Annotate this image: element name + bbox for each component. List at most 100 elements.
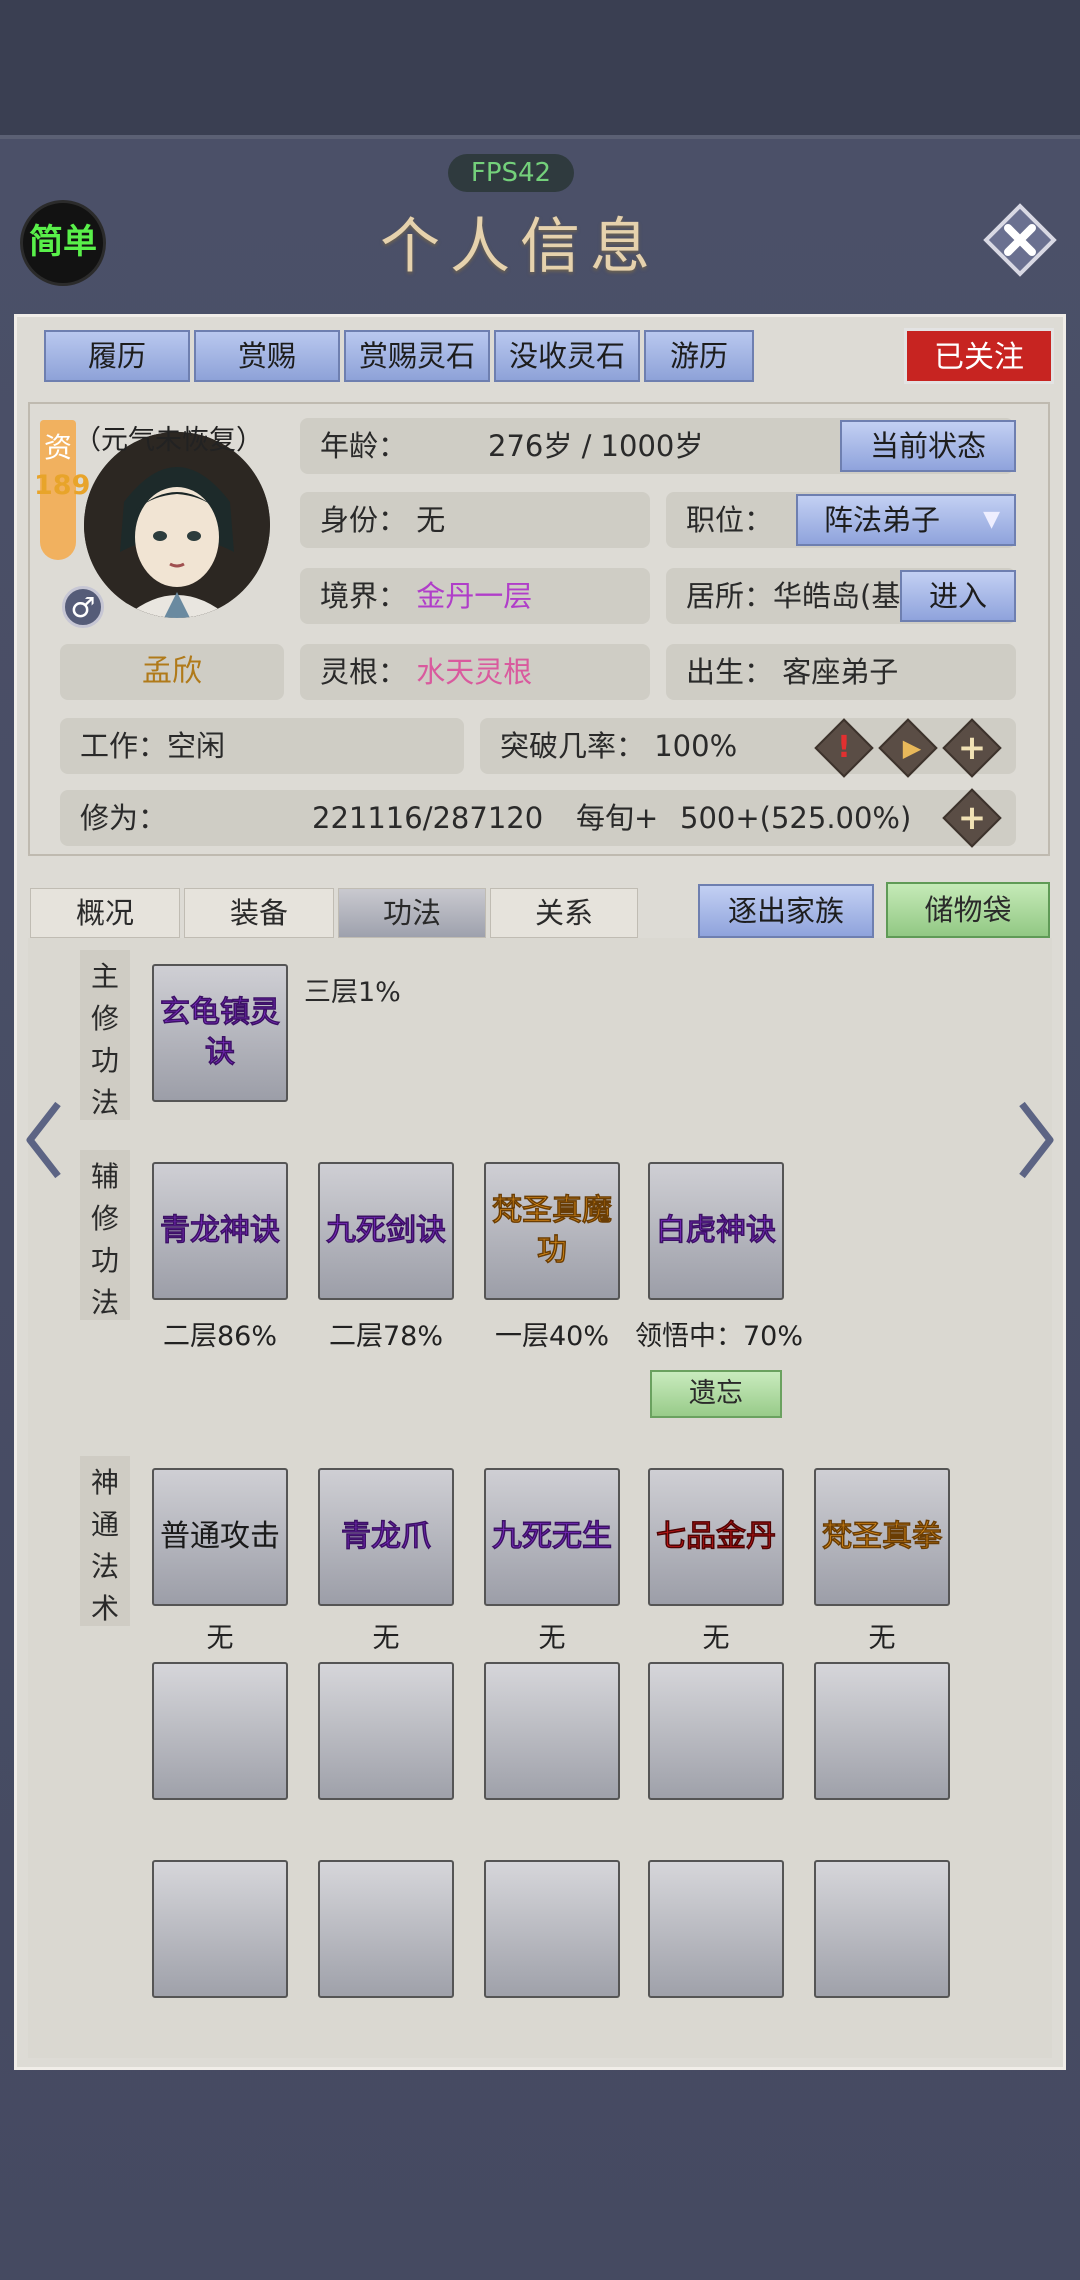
empty-skill-slot[interactable]: [484, 1860, 620, 1998]
tab-overview[interactable]: 概况: [30, 888, 180, 938]
magic-skill-slot[interactable]: 梵圣真拳: [814, 1468, 950, 1606]
play-button[interactable]: ▶: [878, 718, 938, 778]
chevron-left-icon: [26, 1101, 61, 1179]
aux-skill-progress: 二层78%: [328, 1321, 443, 1352]
empty-skill-slot[interactable]: [318, 1860, 454, 1998]
forget-button[interactable]: 遗忘: [650, 1370, 782, 1418]
avatar[interactable]: [84, 432, 270, 618]
play-icon: ▶: [902, 734, 922, 762]
exclamation-icon: !: [837, 730, 851, 765]
label-char: 法: [90, 1086, 119, 1119]
label-char: 法: [90, 1286, 119, 1319]
birth-value: 客座弟子: [782, 655, 899, 689]
empty-skill-slot[interactable]: [152, 1860, 288, 1998]
breakthrough-value: 100%: [654, 729, 738, 763]
root-value: 水天灵根: [416, 655, 533, 689]
label-char: 修: [90, 1002, 119, 1035]
empty-skill-slot[interactable]: [484, 1662, 620, 1800]
breakthrough-label: 突破几率：: [500, 729, 646, 763]
aptitude-value: 189: [34, 470, 91, 501]
tab-relations[interactable]: 关系: [490, 888, 638, 938]
magic-skill-slot[interactable]: 普通攻击: [152, 1468, 288, 1606]
close-icon: [983, 203, 1057, 277]
add-breakthrough-button[interactable]: +: [942, 718, 1002, 778]
tab-reward-stones[interactable]: 赏赐灵石: [344, 330, 490, 382]
work-row: 工作：空闲: [60, 718, 464, 774]
aux-skill-label: 辅 修 功 法: [80, 1150, 130, 1320]
residence-label: 居所：华皓岛(基: [686, 579, 901, 613]
empty-skill-slot[interactable]: [814, 1860, 950, 1998]
cultivation-row: 修为： 221116/287120 每旬+ 500+(525.00%): [60, 790, 1016, 846]
tab-techniques[interactable]: 功法: [338, 888, 486, 938]
position-value: 阵法弟子: [824, 503, 941, 537]
close-button[interactable]: [982, 202, 1058, 278]
plus-icon: +: [957, 798, 987, 838]
aptitude-char: 资: [44, 431, 73, 464]
empty-skill-slot[interactable]: [152, 1662, 288, 1800]
chevron-down-icon: ▼: [983, 507, 1000, 532]
main-skill-label: 主 修 功 法: [80, 950, 130, 1120]
empty-skill-slot[interactable]: [318, 1662, 454, 1800]
magic-skill-slot[interactable]: 九死无生: [484, 1468, 620, 1606]
enter-button[interactable]: 进入: [900, 570, 1016, 622]
label-char: 辅: [90, 1160, 119, 1193]
simple-mode-button[interactable]: 简单: [20, 200, 106, 286]
top-status-area: [0, 0, 1080, 139]
male-icon: ♂: [62, 586, 104, 628]
identity-label: 身份：: [320, 503, 408, 537]
per-period-label: 每旬+: [576, 801, 659, 835]
aux-skill-progress: 领悟中：70%: [634, 1321, 803, 1352]
cultivation-label: 修为：: [80, 801, 168, 835]
position-dropdown[interactable]: 阵法弟子 ▼: [796, 494, 1016, 546]
page-title: 个人信息: [380, 212, 660, 282]
realm-value: 金丹一层: [416, 579, 533, 613]
cultivation-value: 221116/287120: [312, 801, 544, 835]
label-char: 术: [90, 1592, 119, 1625]
aux-skill-progress: 一层40%: [494, 1321, 609, 1352]
empty-skill-slot[interactable]: [648, 1662, 784, 1800]
age-value: 276岁 / 1000岁: [488, 429, 704, 463]
expel-button[interactable]: 逐出家族: [698, 884, 874, 938]
character-name: 孟欣: [60, 644, 284, 700]
identity-row: 身份： 无: [300, 492, 650, 548]
magic-skill-level: 无: [702, 1623, 730, 1654]
follow-button[interactable]: 已关注: [904, 328, 1054, 384]
label-char: 主: [90, 960, 119, 993]
empty-skill-slot[interactable]: [648, 1860, 784, 1998]
per-period-value: 500+(525.00%): [680, 801, 912, 835]
magic-skill-slot[interactable]: 七品金丹: [648, 1468, 784, 1606]
current-state-button[interactable]: 当前状态: [840, 420, 1016, 472]
plus-icon: +: [957, 728, 987, 768]
label-char: 通: [90, 1508, 119, 1541]
realm-label: 境界：: [320, 579, 408, 613]
tab-history[interactable]: 履历: [44, 330, 190, 382]
storage-bag-button[interactable]: 储物袋: [886, 882, 1050, 938]
magic-skill-level: 无: [868, 1623, 896, 1654]
aux-skill-slot[interactable]: 白虎神诀: [648, 1162, 784, 1300]
label-char: 修: [90, 1202, 119, 1235]
aux-skill-slot[interactable]: 九死剑诀: [318, 1162, 454, 1300]
alert-button[interactable]: !: [814, 718, 874, 778]
magic-skill-label: 神 通 法 术: [80, 1456, 130, 1626]
empty-skill-slot[interactable]: [814, 1662, 950, 1800]
status-note: （元气未恢复）: [74, 425, 263, 456]
root-label: 灵根：: [320, 655, 408, 689]
prev-arrow-button[interactable]: [24, 1100, 64, 1180]
root-row: 灵根： 水天灵根: [300, 644, 650, 700]
work-label: 工作：空闲: [80, 729, 226, 763]
magic-skill-slot[interactable]: 青龙爪: [318, 1468, 454, 1606]
tab-travel[interactable]: 游历: [644, 330, 754, 382]
portrait-icon: [84, 432, 270, 618]
birth-label: 出生：: [686, 655, 774, 689]
aux-skill-slot[interactable]: 梵圣真魔功: [484, 1162, 620, 1300]
tab-confiscate-stones[interactable]: 没收灵石: [494, 330, 640, 382]
fps-counter: FPS42: [448, 154, 574, 192]
label-char: 功: [90, 1044, 119, 1077]
main-skill-slot[interactable]: 玄龟镇灵诀: [152, 964, 288, 1102]
tab-reward[interactable]: 赏赐: [194, 330, 340, 382]
aux-skill-slot[interactable]: 青龙神诀: [152, 1162, 288, 1300]
add-cultivation-button[interactable]: +: [942, 788, 1002, 848]
tab-equipment[interactable]: 装备: [184, 888, 334, 938]
magic-skill-level: 无: [372, 1623, 400, 1654]
next-arrow-button[interactable]: [1016, 1100, 1056, 1180]
